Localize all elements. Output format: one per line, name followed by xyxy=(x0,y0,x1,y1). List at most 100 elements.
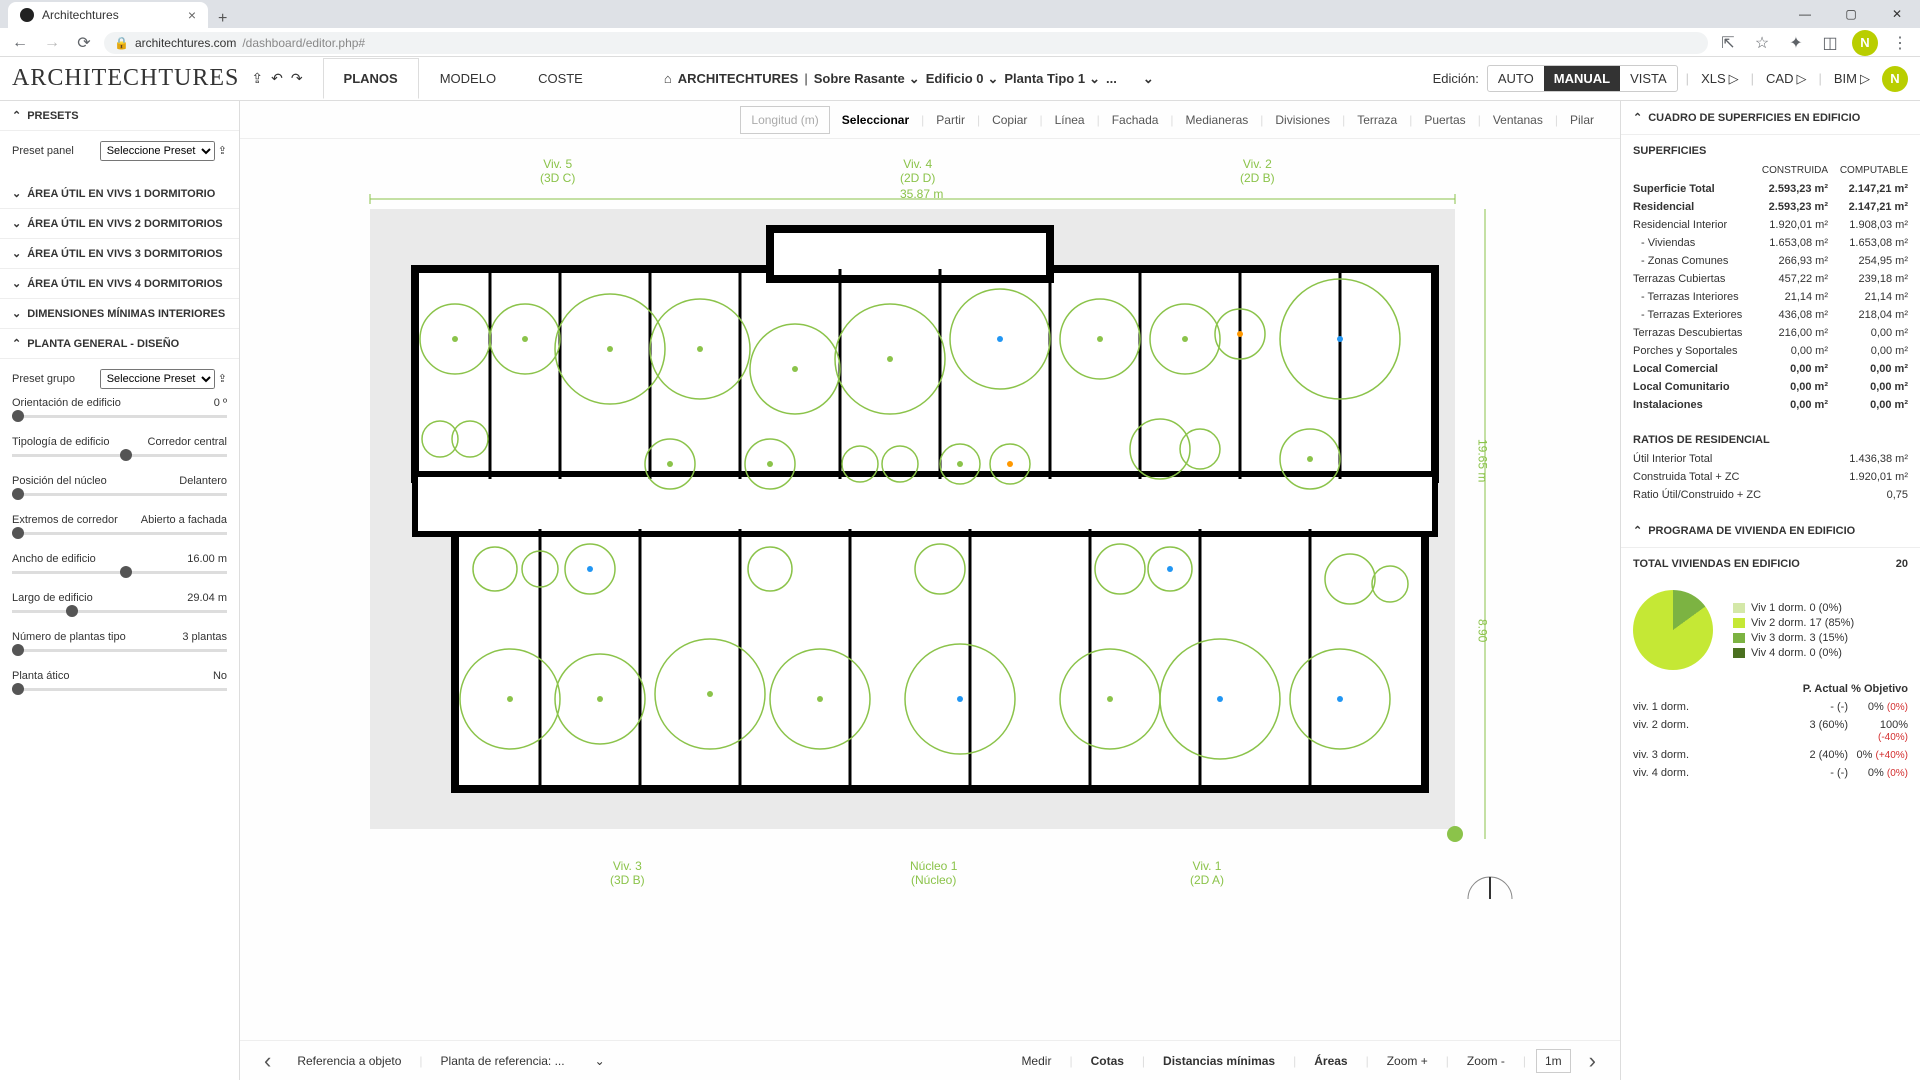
tab-coste[interactable]: COSTE xyxy=(517,58,604,99)
redo-icon[interactable]: ↷ xyxy=(291,70,303,87)
section-planta[interactable]: ⌃PLANTA GENERAL - DISEÑO xyxy=(0,329,239,359)
upload-icon[interactable]: ⇪ xyxy=(251,70,263,87)
legend-item: Viv 4 dorm. 0 (0%) xyxy=(1733,647,1854,659)
floor-plan-svg xyxy=(240,139,1620,899)
section-dims[interactable]: ⌄DIMENSIONES MÍNIMAS INTERIORES xyxy=(0,299,239,329)
export-xls[interactable]: XLS ▷ xyxy=(1697,66,1743,92)
tool-terraza[interactable]: Terraza xyxy=(1347,107,1407,133)
slider-3[interactable]: Extremos de corredorAbierto a fachada xyxy=(12,514,227,535)
mode-manual[interactable]: MANUAL xyxy=(1544,66,1620,91)
prev-button[interactable]: ‹ xyxy=(256,1048,279,1074)
user-avatar[interactable]: N xyxy=(1882,66,1908,92)
upload-icon[interactable]: ⇪ xyxy=(218,145,227,157)
section-area2[interactable]: ⌄ÁREA ÚTIL EN VIVS 2 DORMITORIOS xyxy=(0,209,239,239)
section-area4[interactable]: ⌄ÁREA ÚTIL EN VIVS 4 DORMITORIOS xyxy=(0,269,239,299)
export-cad[interactable]: CAD ▷ xyxy=(1762,66,1810,92)
bt-zoomin[interactable]: Zoom + xyxy=(1379,1050,1436,1072)
section-area3[interactable]: ⌄ÁREA ÚTIL EN VIVS 3 DORMITORIOS xyxy=(0,239,239,269)
chevron-up-icon: ⌃ xyxy=(1633,111,1642,124)
surf-row: Porches y Soportales0,00 m²0,00 m² xyxy=(1633,342,1908,360)
new-tab-button[interactable]: + xyxy=(208,10,237,28)
back-button[interactable]: ← xyxy=(8,31,32,55)
planta-ref-select[interactable]: Planta de referencia: ... ⌄ xyxy=(433,1050,613,1072)
url-path: /dashboard/editor.php# xyxy=(242,36,365,50)
main-tabs: PLANOS MODELO COSTE xyxy=(323,58,604,99)
maximize-button[interactable]: ▢ xyxy=(1828,0,1874,28)
bc-building[interactable]: Edificio 0 ⌄ xyxy=(926,71,999,87)
share-icon[interactable]: ⇱ xyxy=(1716,31,1740,55)
tool-medianeras[interactable]: Medianeras xyxy=(1176,107,1259,133)
rp-programa-header[interactable]: ⌃PROGRAMA DE VIVIENDA EN EDIFICIO xyxy=(1621,514,1920,548)
tool-ventanas[interactable]: Ventanas xyxy=(1483,107,1553,133)
tool-longitudm[interactable]: Longitud (m) xyxy=(740,106,829,134)
slider-1[interactable]: Tipología de edificioCorredor central xyxy=(12,436,227,457)
bt-medir[interactable]: Medir xyxy=(1013,1050,1059,1072)
url-input[interactable]: 🔒 architechtures.com/dashboard/editor.ph… xyxy=(104,32,1708,54)
preset-select[interactable]: Seleccione Preset xyxy=(100,141,215,161)
bc-more[interactable]: ... ⌄ xyxy=(1106,71,1154,87)
bc-level[interactable]: Sobre Rasante ⌄ xyxy=(814,71,920,87)
preset-grupo-select[interactable]: Seleccione Preset xyxy=(100,369,215,389)
tab-planos[interactable]: PLANOS xyxy=(323,58,419,99)
close-icon[interactable]: × xyxy=(188,7,196,23)
forward-button[interactable]: → xyxy=(40,31,64,55)
browser-tab-bar: Architechtures × + — ▢ ✕ xyxy=(0,0,1920,28)
bc-floor[interactable]: Planta Tipo 1 ⌄ xyxy=(1004,71,1100,87)
bt-cotas[interactable]: Cotas xyxy=(1083,1050,1132,1072)
chevron-down-icon: ⌄ xyxy=(1089,71,1100,87)
logo-toolbar: ⇪ ↶ ↷ xyxy=(251,70,302,87)
star-icon[interactable]: ☆ xyxy=(1750,31,1774,55)
prog-row: viv. 1 dorm.- (-)0% (0%) xyxy=(1633,698,1908,716)
floor-plan-canvas[interactable]: Viv. 5(3D C) Viv. 4(2D D) Viv. 2(2D B) 3… xyxy=(240,139,1620,1040)
bt-areas[interactable]: Áreas xyxy=(1306,1050,1355,1072)
section-presets[interactable]: ⌃PRESETS xyxy=(0,101,239,131)
tool-copiar[interactable]: Copiar xyxy=(982,107,1037,133)
next-button[interactable]: › xyxy=(1581,1048,1604,1074)
browser-tab[interactable]: Architechtures × xyxy=(8,2,208,28)
slider-7[interactable]: Planta áticoNo xyxy=(12,670,227,691)
puzzle-icon[interactable]: ✦ xyxy=(1784,31,1808,55)
slider-0[interactable]: Orientación de edificio0 º xyxy=(12,397,227,418)
mode-vista[interactable]: VISTA xyxy=(1620,66,1677,91)
chevron-down-icon: ⌄ xyxy=(987,71,998,87)
browser-chrome: Architechtures × + — ▢ ✕ ← → ⟳ 🔒 archite… xyxy=(0,0,1920,57)
menu-icon[interactable]: ⋮ xyxy=(1888,31,1912,55)
logo: ARCHITECHTURES xyxy=(12,65,239,92)
upload-icon[interactable]: ⇪ xyxy=(218,373,227,385)
close-window-button[interactable]: ✕ xyxy=(1874,0,1920,28)
tool-seleccionar[interactable]: Seleccionar xyxy=(832,107,919,133)
tool-partir[interactable]: Partir xyxy=(926,107,975,133)
bt-scale[interactable]: 1m xyxy=(1536,1049,1571,1073)
bc-root[interactable]: ARCHITECHTURES xyxy=(678,71,799,86)
surf-row: - Terrazas Interiores21,14 m²21,14 m² xyxy=(1633,288,1908,306)
export-bim[interactable]: BIM ▷ xyxy=(1830,66,1874,92)
undo-icon[interactable]: ↶ xyxy=(271,70,283,87)
tool-lnea[interactable]: Línea xyxy=(1045,107,1095,133)
legend-item: Viv 3 dorm. 3 (15%) xyxy=(1733,632,1854,644)
minimize-button[interactable]: — xyxy=(1782,0,1828,28)
tool-fachada[interactable]: Fachada xyxy=(1102,107,1169,133)
chevron-down-icon: ⌄ xyxy=(909,71,920,87)
slider-2[interactable]: Posición del núcleoDelantero xyxy=(12,475,227,496)
reload-button[interactable]: ⟳ xyxy=(72,31,96,55)
slider-6[interactable]: Número de plantas tipo3 plantas xyxy=(12,631,227,652)
tab-modelo[interactable]: MODELO xyxy=(419,58,517,99)
slider-4[interactable]: Ancho de edificio16.00 m xyxy=(12,553,227,574)
tool-puertas[interactable]: Puertas xyxy=(1414,107,1475,133)
mode-auto[interactable]: AUTO xyxy=(1488,66,1544,91)
right-panel: ⌃CUADRO DE SUPERFICIES EN EDIFICIO SUPER… xyxy=(1620,101,1920,1080)
tool-divisiones[interactable]: Divisiones xyxy=(1265,107,1340,133)
bt-zoomout[interactable]: Zoom - xyxy=(1459,1050,1513,1072)
pie-chart-wrap: Viv 1 dorm. 0 (0%)Viv 2 dorm. 17 (85%)Vi… xyxy=(1621,580,1920,680)
chevron-down-icon: ⌄ xyxy=(12,307,21,320)
profile-avatar[interactable]: N xyxy=(1852,30,1878,56)
section-area1[interactable]: ⌄ÁREA ÚTIL EN VIVS 1 DORMITORIO xyxy=(0,179,239,209)
rp-superficies-header[interactable]: ⌃CUADRO DE SUPERFICIES EN EDIFICIO xyxy=(1621,101,1920,135)
ref-obj-label[interactable]: Referencia a objeto xyxy=(289,1050,409,1072)
home-icon[interactable]: ⌂ xyxy=(664,71,672,86)
tool-pilar[interactable]: Pilar xyxy=(1560,107,1604,133)
panel-icon[interactable]: ◫ xyxy=(1818,31,1842,55)
chevron-up-icon: ⌃ xyxy=(12,337,21,350)
bt-dist[interactable]: Distancias mínimas xyxy=(1155,1050,1283,1072)
slider-5[interactable]: Largo de edificio29.04 m xyxy=(12,592,227,613)
